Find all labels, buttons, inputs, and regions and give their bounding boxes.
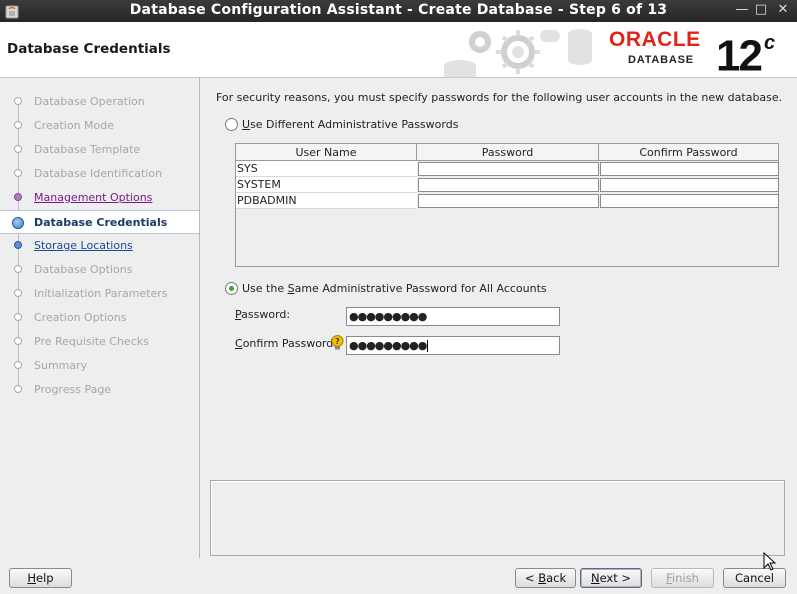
radio-different-passwords[interactable] (225, 118, 238, 131)
step-label: Management Options (34, 191, 153, 204)
radio-same-label[interactable]: Use the Same Administrative Password for… (242, 282, 547, 295)
gears-decoration-icon (444, 29, 592, 77)
step-label: Storage Locations (34, 239, 133, 252)
table-cell-confirm[interactable] (600, 178, 779, 192)
window-titlebar: Database Configuration Assistant - Creat… (0, 0, 797, 22)
mouse-pointer-icon (763, 552, 777, 571)
step-indicator-icon (14, 313, 22, 321)
text-caret (427, 340, 429, 352)
password-label: Password: (235, 308, 291, 321)
step-indicator-icon (14, 145, 22, 153)
page-title: Database Credentials (7, 41, 171, 57)
step-indicator-icon (14, 361, 22, 369)
step-item: Database Template (0, 138, 199, 162)
next-button[interactable]: Next > (580, 568, 642, 588)
finish-button[interactable]: Finish (651, 568, 714, 588)
table-cell-confirm[interactable] (600, 162, 779, 176)
table-cell-password[interactable] (418, 194, 599, 208)
main-content: For security reasons, you must specify p… (200, 78, 797, 558)
confirm-password-field[interactable]: ●●●●●●●●● (346, 336, 560, 355)
hint-lightbulb-icon[interactable]: ? (331, 335, 344, 351)
table-cell-confirm[interactable] (600, 194, 779, 208)
steps-panel: Database Operation Creation Mode Database … (0, 78, 200, 558)
step-item: Database Identification (0, 162, 199, 186)
oracle-logo-sub: DATABASE (628, 54, 694, 66)
version-badge: 12 c (716, 31, 776, 81)
step-label: Database Credentials (34, 216, 168, 229)
minimize-icon[interactable]: — (734, 2, 750, 17)
step-label: Creation Mode (34, 119, 115, 132)
back-button[interactable]: < Back (515, 568, 576, 588)
password-field[interactable]: ●●●●●●●●● (346, 307, 560, 326)
step-indicator-icon (14, 265, 22, 273)
step-item[interactable]: Storage Locations (0, 234, 199, 258)
step-item: Initialization Parameters (0, 282, 199, 306)
step-item: Creation Mode (0, 114, 199, 138)
table-cell-password[interactable] (418, 162, 599, 176)
step-item[interactable]: Management Options (0, 186, 199, 210)
oracle-logo: ORACLE DATABASE (609, 28, 713, 67)
step-label: Progress Page (34, 383, 112, 396)
step-item: Progress Page (0, 378, 199, 402)
step-item: Summary (0, 354, 199, 378)
svg-text:?: ? (335, 337, 340, 346)
step-item[interactable]: Database Credentials (0, 210, 199, 234)
table-row-user: PDBADMIN (236, 193, 417, 209)
column-header-confirm: Confirm Password (599, 144, 778, 161)
oracle-logo-word: ORACLE (609, 28, 701, 51)
table-row-user: SYSTEM (236, 177, 417, 193)
step-item: Database Options (0, 258, 199, 282)
step-label: Database Template (34, 143, 141, 156)
step-indicator-icon (14, 385, 22, 393)
step-label: Database Identification (34, 167, 163, 180)
step-indicator-icon (14, 337, 22, 345)
step-label: Initialization Parameters (34, 287, 168, 300)
step-item: Database Operation (0, 90, 199, 114)
step-indicator-icon (14, 121, 22, 129)
step-label: Database Options (34, 263, 133, 276)
step-item: Creation Options (0, 306, 199, 330)
step-indicator-icon (12, 217, 24, 229)
radio-same-password[interactable] (225, 282, 238, 295)
table-cell-password[interactable] (418, 178, 599, 192)
help-button[interactable]: Help (9, 568, 72, 588)
intro-text: For security reasons, you must specify p… (216, 91, 783, 104)
step-indicator-icon (14, 97, 22, 105)
step-indicator-icon (14, 193, 22, 201)
page-header: Database Credentials ORACLE DATABASE 12 c (0, 22, 797, 81)
message-area (210, 480, 785, 556)
close-icon[interactable]: ✕ (775, 2, 791, 17)
step-label: Pre Requisite Checks (34, 335, 149, 348)
table-row-user: SYS (236, 161, 417, 177)
confirm-password-label: Confirm Password: (235, 337, 337, 350)
radio-different-label[interactable]: Use Different Administrative Passwords (242, 118, 458, 131)
step-item: Pre Requisite Checks (0, 330, 199, 354)
column-header-password: Password (417, 144, 599, 161)
column-header-user: User Name (236, 144, 417, 161)
window-title: Database Configuration Assistant - Creat… (129, 2, 668, 18)
step-indicator-icon (14, 169, 22, 177)
step-indicator-icon (14, 241, 22, 249)
step-label: Creation Options (34, 311, 127, 324)
step-indicator-icon (14, 289, 22, 297)
step-label: Database Operation (34, 95, 145, 108)
maximize-icon[interactable]: □ (753, 2, 769, 17)
user-password-table: User Name Password Confirm Password SYS … (235, 143, 779, 267)
step-label: Summary (34, 359, 88, 372)
